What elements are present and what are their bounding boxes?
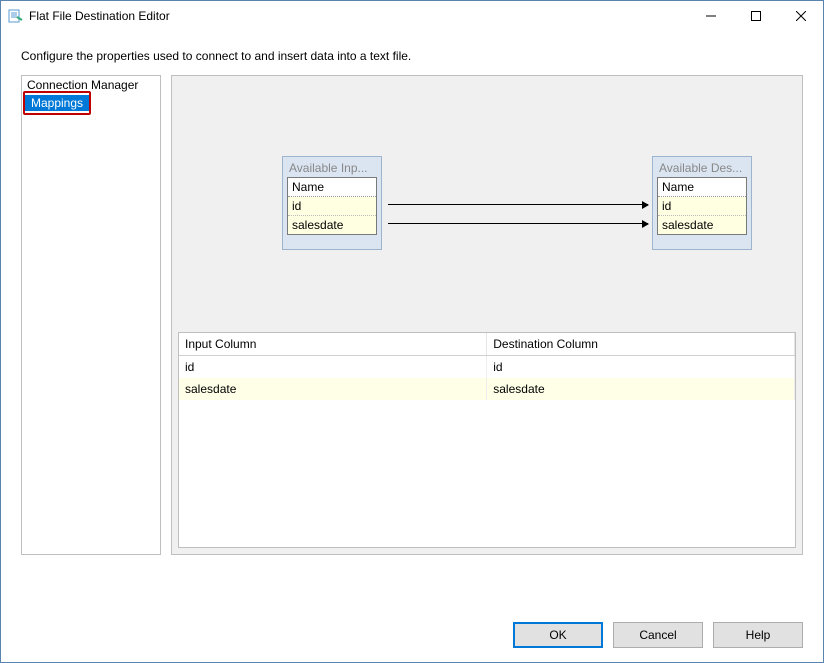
ok-button[interactable]: OK	[513, 622, 603, 648]
grid-cell-dest[interactable]: id	[487, 356, 795, 379]
close-button[interactable]	[778, 2, 823, 31]
nav-panel: Connection Manager Mappings	[21, 75, 161, 555]
grid-header-dest[interactable]: Destination Column	[487, 333, 795, 356]
grid-cell-dest[interactable]: salesdate	[487, 378, 795, 400]
dialog-buttons: OK Cancel Help	[513, 622, 803, 648]
mapping-line[interactable]	[388, 204, 648, 205]
input-col-row[interactable]: id	[288, 197, 376, 216]
cancel-button[interactable]: Cancel	[613, 622, 703, 648]
dest-col-row[interactable]: salesdate	[658, 216, 746, 234]
grid-header-input[interactable]: Input Column	[179, 333, 487, 356]
content-panel: Available Inp... Name id salesdate Avail…	[171, 75, 803, 555]
mapping-diagram: Available Inp... Name id salesdate Avail…	[172, 76, 802, 326]
available-dest-box[interactable]: Available Des... Name id salesdate	[652, 156, 752, 250]
dest-col-header: Name	[658, 178, 746, 197]
grid-cell-input[interactable]: salesdate	[179, 378, 487, 400]
grid-cell-input[interactable]: id	[179, 356, 487, 379]
dest-col-row[interactable]: id	[658, 197, 746, 216]
available-input-box[interactable]: Available Inp... Name id salesdate	[282, 156, 382, 250]
nav-highlight-mappings: Mappings	[23, 91, 91, 115]
help-button[interactable]: Help	[713, 622, 803, 648]
page-description: Configure the properties used to connect…	[1, 31, 823, 75]
table-row: id id	[179, 356, 795, 379]
input-col-header: Name	[288, 178, 376, 197]
window-title: Flat File Destination Editor	[29, 9, 170, 23]
mapping-grid: Input Column Destination Column id id sa…	[178, 332, 796, 548]
titlebar: Flat File Destination Editor	[1, 1, 823, 31]
input-col-row[interactable]: salesdate	[288, 216, 376, 234]
table-row: salesdate salesdate	[179, 378, 795, 400]
available-dest-title: Available Des...	[657, 161, 747, 177]
maximize-button[interactable]	[733, 2, 778, 31]
minimize-button[interactable]	[688, 2, 733, 31]
app-icon	[7, 8, 23, 24]
available-input-title: Available Inp...	[287, 161, 377, 177]
mapping-line[interactable]	[388, 223, 648, 224]
nav-item-mappings[interactable]: Mappings	[25, 95, 89, 111]
